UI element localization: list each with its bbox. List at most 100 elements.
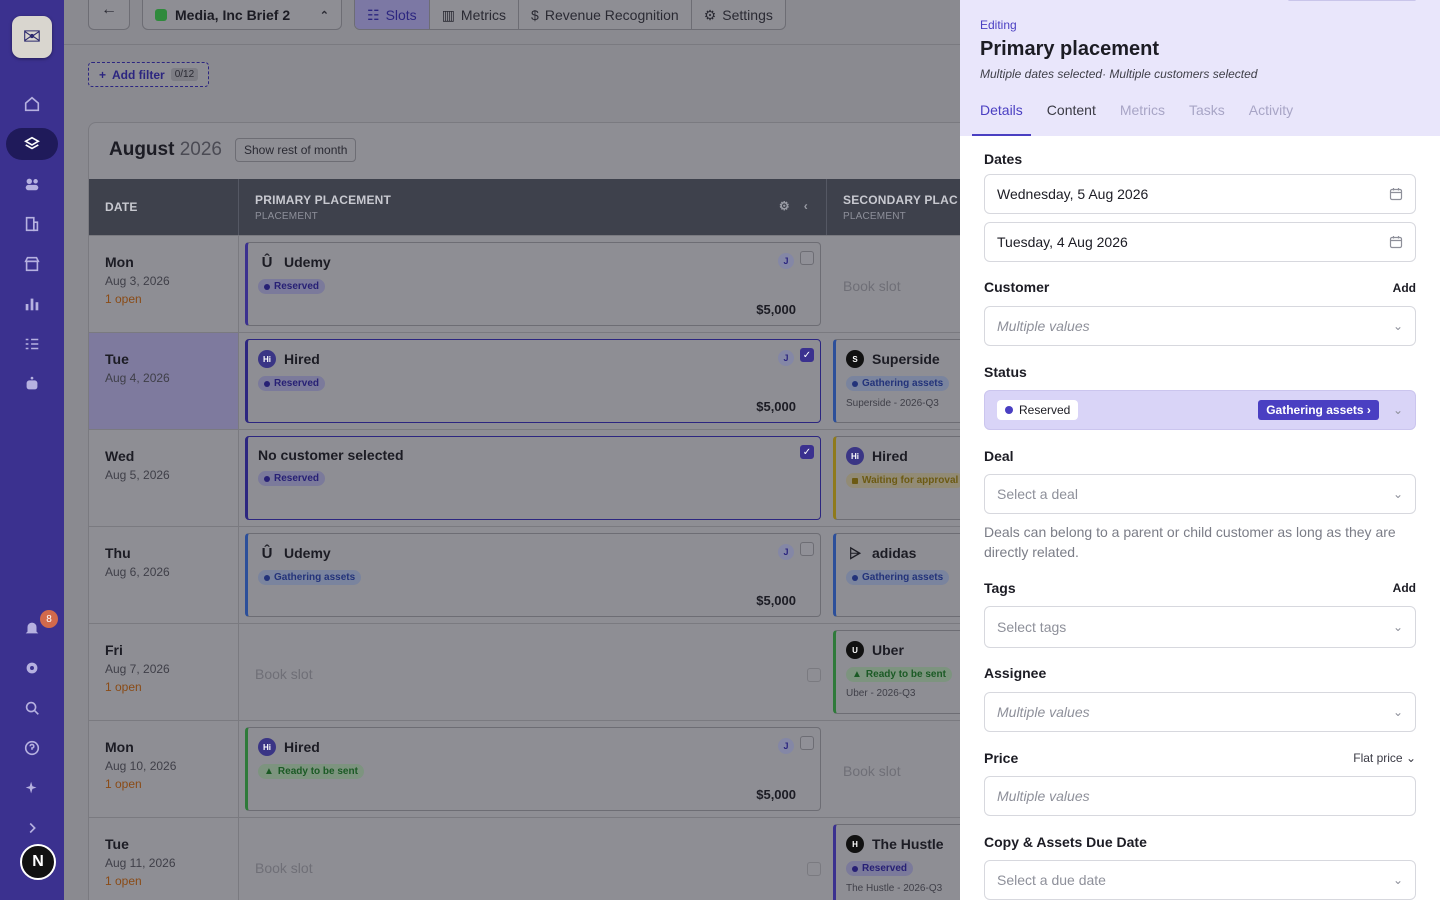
tab-metrics[interactable]: Metrics <box>1112 96 1173 136</box>
slot-card[interactable]: S Superside Gathering assets Superside - … <box>833 339 960 423</box>
book-slot[interactable]: Book slot <box>827 727 960 811</box>
slot-card[interactable]: Hi Hired ▲ Ready to be sent J $5,000 <box>245 727 821 811</box>
table-row: Tue Aug 4, 2026 Hi Hired Reserved J ✓ $5,… <box>89 332 960 430</box>
price: $5,000 <box>756 787 796 802</box>
chevron-left-icon[interactable]: ‹ <box>804 199 808 213</box>
customer-select[interactable]: Multiple values ⌄ <box>984 306 1416 346</box>
filter-count: 0/12 <box>170 68 199 81</box>
slots-icon: ☷ <box>367 6 380 23</box>
bar-chart-icon[interactable] <box>6 288 58 320</box>
tab-content[interactable]: Content <box>1039 96 1104 136</box>
date-field-2[interactable]: Tuesday, 4 Aug 2026 <box>984 222 1416 262</box>
status-current: Reserved <box>997 400 1079 420</box>
slot-card[interactable]: Û Udemy Gathering assets J $5,000 <box>245 533 821 617</box>
select-checkbox[interactable] <box>800 251 814 265</box>
layers-icon[interactable] <box>6 128 58 160</box>
superside-logo-icon: S <box>846 350 864 368</box>
slot-card[interactable]: H The Hustle Reserved The Hustle - 2026-Q… <box>833 824 960 900</box>
gear-icon[interactable] <box>6 652 58 684</box>
chevron-right-icon[interactable] <box>6 812 58 844</box>
tab-settings[interactable]: ⚙ Settings <box>692 0 785 29</box>
status-badge: Waiting for approval <box>846 473 960 488</box>
udemy-logo-icon: Û <box>261 253 273 271</box>
day-name: Tue <box>105 351 129 367</box>
tab-revenue-recognition[interactable]: $ Revenue Recognition <box>519 0 692 29</box>
add-customer-button[interactable]: Add <box>1393 281 1416 295</box>
add-filter-button[interactable]: + Add filter 0/12 <box>88 62 210 87</box>
checklist-icon[interactable] <box>6 328 58 360</box>
customer-label: Customer <box>984 279 1050 295</box>
tab-metrics[interactable]: ▥ Metrics <box>430 0 520 29</box>
help-icon[interactable] <box>6 732 58 764</box>
price-type-select[interactable]: Flat price ⌄ <box>1353 751 1416 765</box>
book-slot[interactable]: Book slot <box>239 630 827 714</box>
filter-label: Add filter <box>112 67 165 82</box>
search-icon[interactable] <box>6 692 58 724</box>
tags-select[interactable]: Select tags ⌄ <box>984 606 1416 648</box>
select-checkbox[interactable] <box>800 542 814 556</box>
store-icon[interactable] <box>6 248 58 280</box>
udemy-logo-icon: Û <box>261 544 273 562</box>
date-field-1[interactable]: Wednesday, 5 Aug 2026 <box>984 174 1416 214</box>
back-button[interactable]: ← <box>88 0 130 30</box>
envelope-logo-icon: ✉ <box>22 24 42 49</box>
building-icon[interactable] <box>6 208 58 240</box>
sparkles-icon[interactable] <box>6 772 58 804</box>
select-checkbox[interactable]: ✓ <box>800 445 814 459</box>
date-cell: Tue Aug 11, 2026 1 open <box>89 818 239 900</box>
select-checkbox[interactable] <box>807 862 821 876</box>
tab-activity[interactable]: Activity <box>1241 96 1301 136</box>
book-slot[interactable]: Book slot <box>239 824 827 900</box>
tab-slots[interactable]: ☷ Slots <box>355 0 430 29</box>
slot-card[interactable]: U Uber ▲ Ready to be sent Uber - 2026-Q3 <box>833 630 960 714</box>
due-date-placeholder: Select a due date <box>997 872 1106 888</box>
notification-badge: 8 <box>40 610 58 628</box>
select-checkbox[interactable]: ✓ <box>800 348 814 362</box>
home-icon[interactable] <box>6 88 58 120</box>
price-input[interactable]: Multiple values <box>984 776 1416 816</box>
slot-card[interactable]: Û Udemy Reserved J $5,000 <box>245 242 821 326</box>
gear-icon[interactable]: ⚙ <box>779 199 790 213</box>
select-checkbox[interactable] <box>807 668 821 682</box>
select-checkbox[interactable] <box>800 736 814 750</box>
status-text: Reserved <box>862 863 908 874</box>
slot-card[interactable]: No customer selected Reserved ✓ <box>245 436 821 520</box>
user-avatar[interactable]: N <box>20 844 56 880</box>
chevron-updown-icon: ⌃ <box>319 9 329 22</box>
show-rest-button[interactable]: Show rest of month <box>235 138 357 162</box>
book-slot[interactable]: Book slot <box>827 242 960 326</box>
add-tag-button[interactable]: Add <box>1393 581 1416 595</box>
tab-tasks[interactable]: Tasks <box>1181 96 1233 136</box>
status-text: Ready to be sent <box>865 669 946 680</box>
status-text: Gathering assets <box>862 572 944 583</box>
date-text: Aug 5, 2026 <box>105 468 170 482</box>
status-badge: Reserved <box>258 279 326 294</box>
deal-select[interactable]: Select a deal ⌄ <box>984 474 1416 514</box>
tab-details[interactable]: Details <box>972 96 1031 136</box>
users-icon[interactable] <box>6 168 58 200</box>
due-date-select[interactable]: Select a due date ⌄ <box>984 860 1416 900</box>
next-status-button[interactable]: Gathering assets › <box>1258 400 1379 420</box>
chevron-down-icon: ⌄ <box>1405 751 1416 765</box>
slot-card[interactable]: Hi Hired Reserved J ✓ $5,000 <box>245 339 821 423</box>
panel-handle <box>1288 0 1416 1</box>
slot-card[interactable]: ⩥ adidas Gathering assets <box>833 533 960 617</box>
slot-card[interactable]: Hi Hired Waiting for approval <box>833 436 960 520</box>
customer-name: adidas <box>872 545 917 561</box>
app-logo[interactable]: ✉ <box>12 16 52 58</box>
tab-label: Slots <box>385 7 417 23</box>
status-badge: Gathering assets <box>846 570 950 585</box>
triangle-icon: ▲ <box>852 669 862 680</box>
panel-subtitle: Multiple dates selected· Multiple custom… <box>980 67 1258 81</box>
brief-selector[interactable]: Media, Inc Brief 2 ⌃ <box>142 0 342 30</box>
status-select[interactable]: Reserved Gathering assets › ⌄ <box>984 390 1416 430</box>
hired-logo-icon: Hi <box>846 447 864 465</box>
tab-label: Revenue Recognition <box>544 7 679 23</box>
column-date: DATE <box>89 179 239 235</box>
main-workspace: ← Media, Inc Brief 2 ⌃ ☷ Slots ▥ Metrics $… <box>64 0 960 900</box>
year: 2026 <box>179 139 222 160</box>
panel-tabs: Details Content Metrics Tasks Activity <box>972 96 1309 136</box>
deal-placeholder: Select a deal <box>997 486 1078 502</box>
robot-icon[interactable] <box>6 368 58 400</box>
assignee-select[interactable]: Multiple values ⌄ <box>984 692 1416 732</box>
